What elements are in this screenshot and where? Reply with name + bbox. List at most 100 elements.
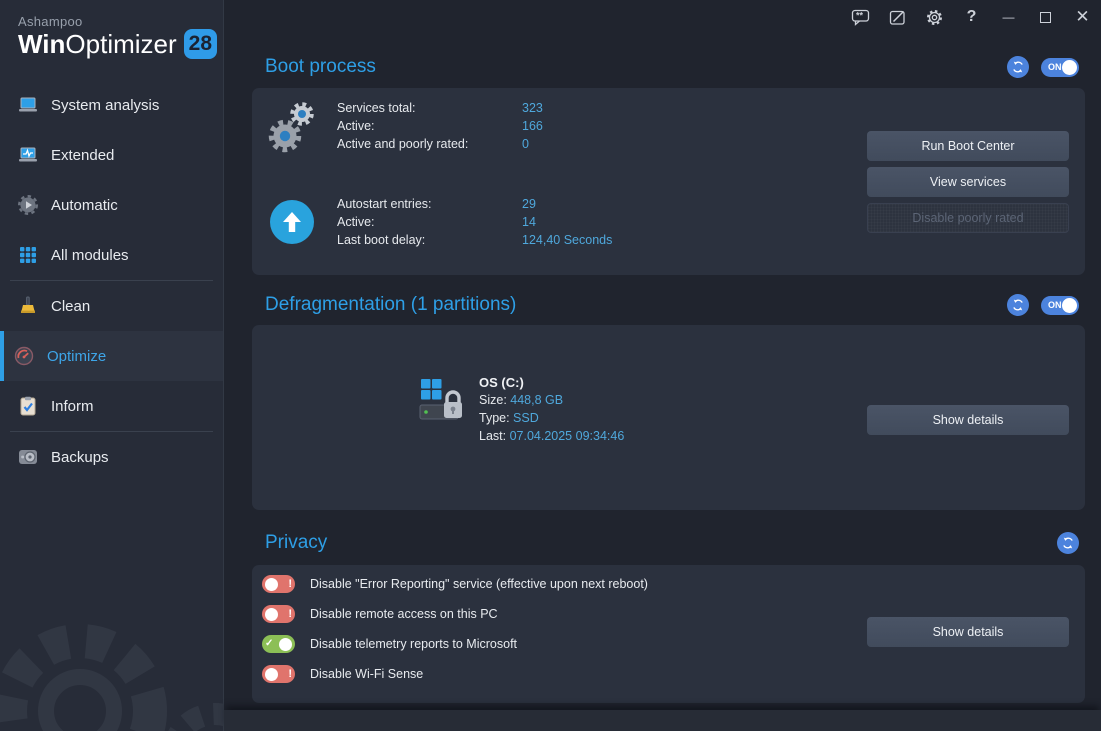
services-gears-icon <box>266 98 322 161</box>
view-services-button[interactable]: View services <box>867 167 1069 197</box>
stat-label: Active: <box>337 119 522 133</box>
sidebar-item-extended[interactable]: Extended <box>0 130 223 180</box>
privacy-toggle-label: Disable remote access on this PC <box>310 607 498 621</box>
stat-value: 166 <box>522 119 543 133</box>
boot-refresh-button[interactable] <box>1007 56 1029 78</box>
defrag-show-details-button[interactable]: Show details <box>867 405 1069 435</box>
sidebar-item-label: Inform <box>51 398 94 415</box>
stat-label: Services total: <box>337 101 522 115</box>
stat-row: Active and poorly rated: 0 <box>337 135 543 153</box>
privacy-refresh-button[interactable] <box>1057 532 1079 554</box>
privacy-row-error-reporting: ! Disable "Error Reporting" service (eff… <box>262 569 648 599</box>
minimize-button[interactable]: — <box>990 2 1027 32</box>
autostart-stats: Autostart entries: 29 Active: 14 Last bo… <box>337 195 612 249</box>
drive-info: OS (C:) Size: 448,8 GB Type: SSD Last: 0… <box>479 375 624 447</box>
privacy-card: ! Disable "Error Reporting" service (eff… <box>252 565 1085 703</box>
help-button[interactable]: ? <box>953 2 990 32</box>
sidebar-item-inform[interactable]: Inform <box>0 381 223 431</box>
toggle-knob <box>265 608 278 621</box>
telemetry-toggle[interactable]: ✓ <box>262 635 295 653</box>
titlebar: ** ? — ✕ <box>224 0 1101 34</box>
sidebar-item-label: System analysis <box>51 97 159 114</box>
close-icon: ✕ <box>1075 7 1089 27</box>
sidebar-item-all-modules[interactable]: All modules <box>0 230 223 280</box>
sidebar-item-system-analysis[interactable]: System analysis <box>0 80 223 130</box>
exclamation-icon: ! <box>288 669 292 680</box>
logo-company: Ashampoo <box>18 14 223 29</box>
footer-strip <box>224 710 1101 731</box>
privacy-row-telemetry: ✓ Disable telemetry reports to Microsoft <box>262 629 648 659</box>
privacy-title: Privacy <box>252 532 327 554</box>
clipboard-check-icon <box>18 396 38 416</box>
error-reporting-toggle[interactable]: ! <box>262 575 295 593</box>
privacy-toggle-label: Disable telemetry reports to Microsoft <box>310 637 517 651</box>
minimize-icon: — <box>1003 10 1015 24</box>
privacy-toggle-label: Disable "Error Reporting" service (effec… <box>310 577 648 591</box>
stat-label: Active and poorly rated: <box>337 137 522 151</box>
stat-label: Last boot delay: <box>337 233 522 247</box>
stat-value: 29 <box>522 197 536 211</box>
toggle-knob <box>265 578 278 591</box>
sidebar-item-label: Clean <box>51 298 90 315</box>
version-badge: 28 <box>184 29 217 59</box>
grid-icon <box>18 245 38 265</box>
app-logo: Ashampoo WinOptimizer 28 <box>0 0 223 66</box>
sidebar-item-optimize[interactable]: Optimize <box>0 331 223 381</box>
sidebar-item-label: Optimize <box>47 348 106 365</box>
disable-poorly-rated-button[interactable]: Disable poorly rated <box>867 203 1069 233</box>
sidebar-item-label: Backups <box>51 449 109 466</box>
toggle-knob <box>265 668 278 681</box>
stat-value: 124,40 Seconds <box>522 233 612 247</box>
defrag-on-toggle[interactable]: ON <box>1041 296 1079 315</box>
stat-row: Services total: 323 <box>337 99 543 117</box>
privacy-show-details-button[interactable]: Show details <box>867 617 1069 647</box>
remote-access-toggle[interactable]: ! <box>262 605 295 623</box>
stat-value: 14 <box>522 215 536 229</box>
sidebar-item-backups[interactable]: Backups <box>0 432 223 482</box>
notes-button[interactable] <box>879 2 916 32</box>
auto-play-icon <box>18 195 38 215</box>
stat-row: Last boot delay: 124,40 Seconds <box>337 231 612 249</box>
stat-row: Active: 14 <box>337 213 612 231</box>
stat-row: Active: 166 <box>337 117 543 135</box>
defragmentation-header: Defragmentation (1 partitions) ON <box>252 290 1085 320</box>
winoptimizer-window: Ashampoo WinOptimizer 28 System analysis… <box>0 0 1101 731</box>
autostart-up-arrow-icon <box>270 200 314 244</box>
sidebar-item-label: Extended <box>51 147 114 164</box>
toggle-knob <box>1062 60 1077 75</box>
defrag-refresh-button[interactable] <box>1007 294 1029 316</box>
feedback-button[interactable]: ** <box>842 2 879 32</box>
check-icon: ✓ <box>265 639 273 649</box>
drive-size-row: Size: 448,8 GB <box>479 393 624 411</box>
toggle-knob <box>279 638 292 651</box>
system-drive-icon <box>418 377 468 430</box>
logo-product: WinOptimizer 28 <box>18 29 223 59</box>
boot-on-toggle[interactable]: ON <box>1041 58 1079 77</box>
svg-text:**: ** <box>856 10 864 20</box>
privacy-row-remote-access: ! Disable remote access on this PC <box>262 599 648 629</box>
close-button[interactable]: ✕ <box>1064 2 1101 32</box>
run-boot-center-button[interactable]: Run Boot Center <box>867 131 1069 161</box>
boot-buttons: Run Boot Center View services Disable po… <box>867 131 1069 233</box>
speedometer-icon <box>14 346 34 366</box>
drive-type-row: Type: SSD <box>479 411 624 429</box>
settings-button[interactable] <box>916 2 953 32</box>
sidebar-item-clean[interactable]: Clean <box>0 281 223 331</box>
refresh-icon <box>1011 60 1025 74</box>
refresh-icon <box>1061 536 1075 550</box>
defragmentation-card: OS (C:) Size: 448,8 GB Type: SSD Last: 0… <box>252 325 1085 510</box>
boot-process-header: Boot process ON <box>252 52 1085 82</box>
stat-label: Autostart entries: <box>337 197 522 211</box>
maximize-button[interactable] <box>1027 2 1064 32</box>
privacy-toggle-label: Disable Wi-Fi Sense <box>310 667 423 681</box>
backup-drive-icon <box>18 447 38 467</box>
refresh-icon <box>1011 298 1025 312</box>
stat-value: 323 <box>522 101 543 115</box>
wifi-sense-toggle[interactable]: ! <box>262 665 295 683</box>
exclamation-icon: ! <box>288 609 292 620</box>
defragmentation-title: Defragmentation (1 partitions) <box>252 294 516 316</box>
toggle-on-label: ON <box>1048 62 1062 72</box>
notes-icon <box>889 9 906 26</box>
sidebar-item-automatic[interactable]: Automatic <box>0 180 223 230</box>
privacy-row-wifi-sense: ! Disable Wi-Fi Sense <box>262 659 648 689</box>
